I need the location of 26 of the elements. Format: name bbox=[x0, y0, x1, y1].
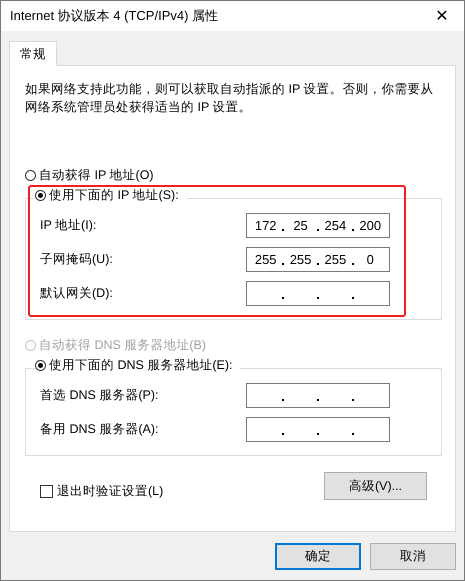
field-label: 首选 DNS 服务器(P): bbox=[40, 387, 158, 404]
advanced-button[interactable]: 高级(V)... bbox=[324, 472, 427, 500]
radio-label: 自动获得 DNS 服务器地址(B) bbox=[39, 336, 206, 354]
close-button[interactable]: ✕ bbox=[420, 1, 464, 31]
radio-label: 使用下面的 DNS 服务器地址(E): bbox=[49, 356, 232, 374]
radio-button[interactable] bbox=[35, 190, 46, 200]
ip-address-field[interactable]: 172 25 254 200 bbox=[246, 213, 390, 238]
field-label: IP 地址(I): bbox=[40, 217, 96, 234]
radio-label: 使用下面的 IP 地址(S): bbox=[49, 186, 179, 204]
ip-address-field[interactable] bbox=[246, 281, 390, 306]
ip-address-field[interactable] bbox=[246, 417, 390, 442]
radio-label: 自动获得 IP 地址(O) bbox=[39, 166, 154, 184]
field-label: 子网掩码(U): bbox=[40, 251, 113, 268]
ip-address-field[interactable] bbox=[246, 383, 390, 408]
window-title: Internet 协议版本 4 (TCP/IPv4) 属性 bbox=[10, 7, 218, 25]
dialog-button[interactable]: 取消 bbox=[370, 543, 456, 570]
radio-button[interactable] bbox=[35, 360, 46, 370]
dialog-button[interactable]: 确定 bbox=[275, 543, 361, 570]
description-text: 如果网络支持此功能，则可以获取自动指派的 IP 设置。否则，你需要从网络系统管理员处获得适当的 IP 设置。 bbox=[25, 81, 435, 116]
field-label: 默认网关(D): bbox=[40, 285, 113, 302]
radio-button[interactable] bbox=[25, 170, 36, 180]
checkbox[interactable] bbox=[40, 484, 53, 498]
ip-address-field[interactable]: 255 255 255 0 bbox=[246, 247, 390, 272]
field-label: 备用 DNS 服务器(A): bbox=[40, 421, 158, 438]
tab[interactable]: 常规 bbox=[9, 41, 57, 66]
checkbox-label: 退出时验证设置(L) bbox=[57, 482, 164, 500]
